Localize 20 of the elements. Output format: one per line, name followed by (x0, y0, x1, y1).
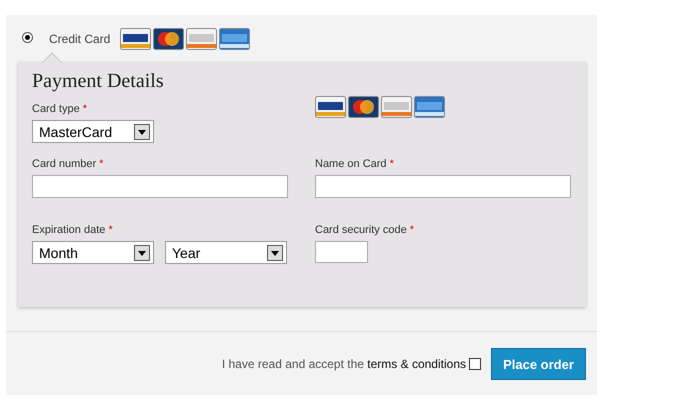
place-order-button[interactable]: Place order (491, 348, 586, 380)
field-label: Name on Card * (315, 158, 394, 170)
field-label: Card security code * (315, 224, 414, 236)
section-title: Payment Details (32, 70, 164, 93)
dropdown[interactable]: Month (32, 241, 154, 264)
payment-method-label: Credit Card (49, 32, 110, 46)
terms-link[interactable]: terms & conditions (367, 357, 466, 371)
field-label: Expiration date * (32, 224, 113, 236)
radio-button[interactable] (22, 32, 33, 42)
dropdown[interactable]: Year (165, 241, 287, 264)
dropdown[interactable]: MasterCard (32, 120, 154, 143)
text-field[interactable] (32, 175, 288, 198)
mastercard-logo-icon (153, 28, 184, 50)
text-field[interactable] (315, 175, 571, 198)
mastercard-logo-icon (348, 96, 379, 118)
checkbox[interactable] (469, 358, 481, 370)
terms-text: I have read and accept the terms & conditions (222, 357, 466, 371)
field-label: Card type * (32, 103, 88, 115)
text-field[interactable] (315, 241, 368, 263)
field-label: Card number * (32, 158, 104, 170)
